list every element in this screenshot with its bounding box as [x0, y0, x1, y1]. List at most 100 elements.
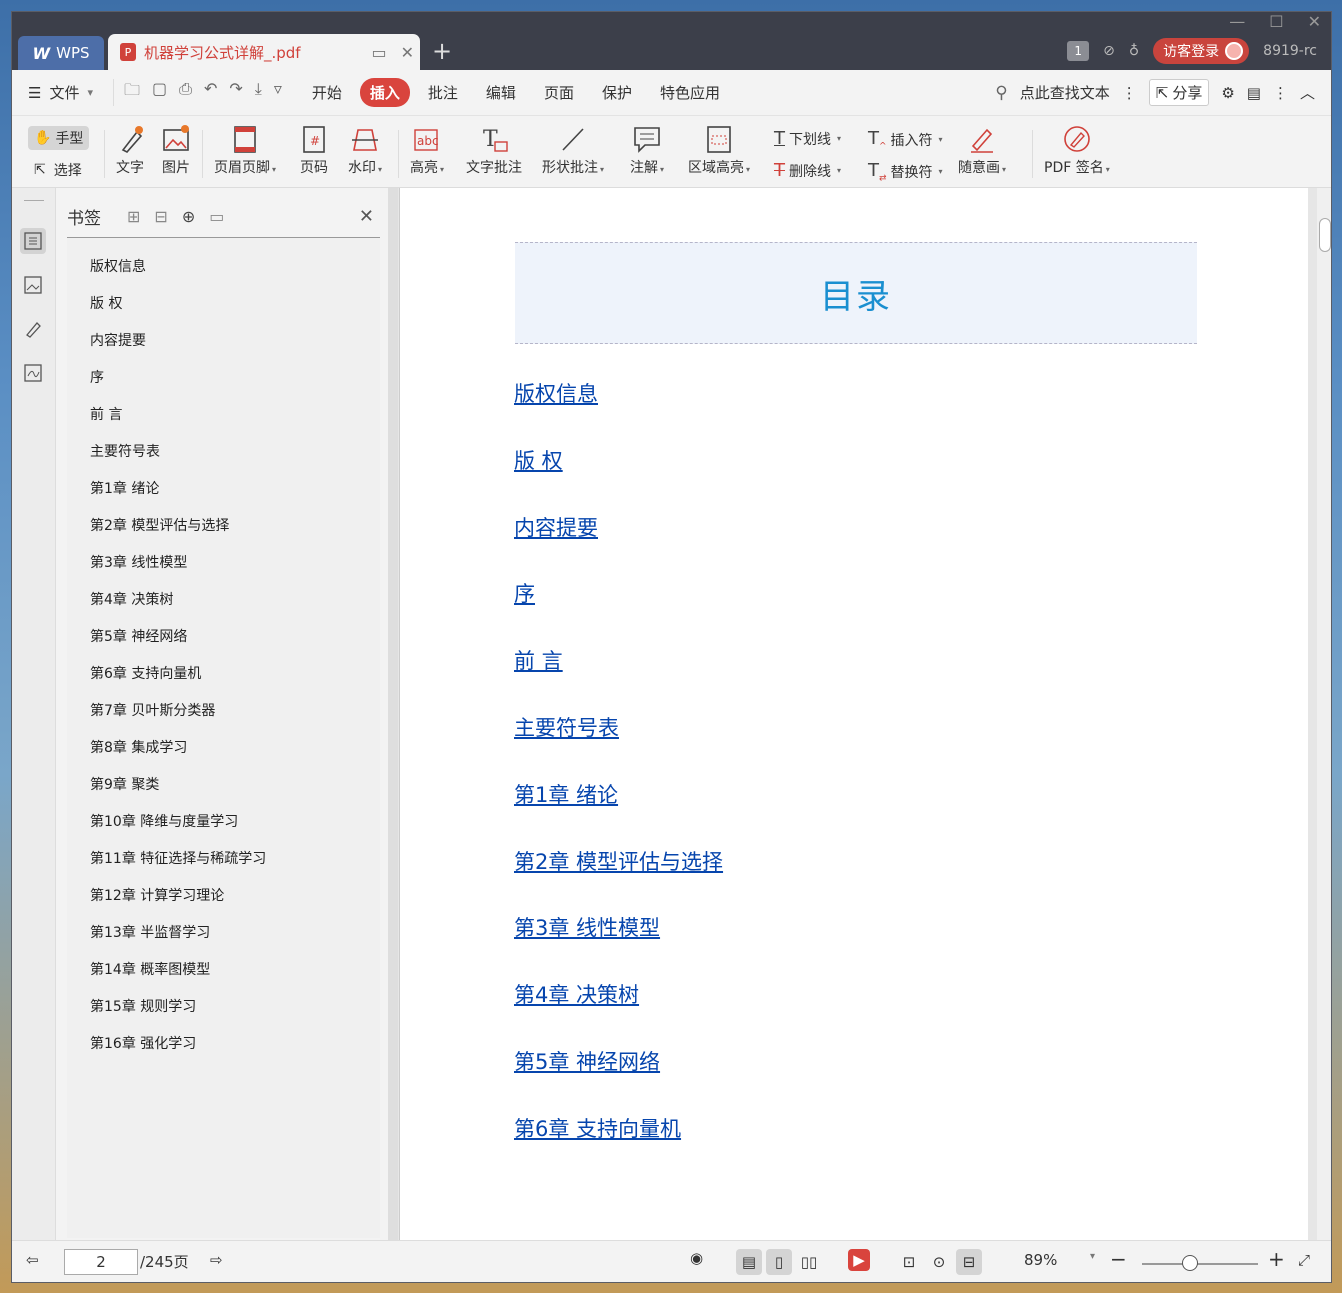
zoom-level[interactable]: 89%: [1024, 1251, 1057, 1269]
bookmark-item[interactable]: 第12章 计算学习理论: [90, 885, 380, 922]
zoom-dropdown-icon[interactable]: ▾: [1090, 1251, 1095, 1262]
freehand-button[interactable]: 随意画 ▾: [958, 122, 1006, 177]
two-page-icon[interactable]: ▯▯: [796, 1249, 822, 1275]
monitor-icon[interactable]: ▭: [371, 43, 386, 62]
page-number-button[interactable]: # 页码: [300, 122, 328, 177]
vertical-scrollbar[interactable]: [1317, 188, 1331, 1240]
bookmark-item[interactable]: 主要符号表: [90, 441, 380, 478]
chat-icon[interactable]: ▤: [1247, 84, 1261, 102]
more-dropdown-icon[interactable]: ▿: [274, 79, 282, 106]
collapse-ribbon-icon[interactable]: ︿: [1300, 82, 1315, 103]
play-icon[interactable]: ▶: [848, 1249, 870, 1271]
close-window-icon[interactable]: ✕: [1308, 12, 1321, 31]
toc-link[interactable]: 第2章 模型评估与选择: [514, 850, 723, 874]
fullscreen-icon[interactable]: ⤢: [1298, 1251, 1310, 1269]
tab-start[interactable]: 开始: [302, 78, 352, 107]
tab-comment[interactable]: 批注: [418, 78, 468, 107]
bookmark-item[interactable]: 第10章 降维与度量学习: [90, 811, 380, 848]
maximize-icon[interactable]: ☐: [1269, 12, 1283, 31]
more-icon[interactable]: ⋮: [1273, 84, 1288, 102]
bookmark-item[interactable]: 序: [90, 367, 380, 404]
underline-button[interactable]: T 下划线 ▾: [774, 128, 841, 149]
bookmark-item[interactable]: 第4章 决策树: [90, 589, 380, 626]
bookmark-item[interactable]: 第8章 集成学习: [90, 737, 380, 774]
bookmark-item[interactable]: 第2章 模型评估与选择: [90, 515, 380, 552]
bookmark-item[interactable]: 第16章 强化学习: [90, 1033, 380, 1070]
share-button[interactable]: ⇱ 分享: [1148, 79, 1210, 106]
fit-page-icon[interactable]: ⊙: [926, 1249, 952, 1275]
close-tab-icon[interactable]: ✕: [401, 43, 414, 62]
search-icon[interactable]: ⚲: [995, 83, 1007, 103]
zoom-in-icon[interactable]: +: [1268, 1247, 1285, 1271]
collapse-all-icon[interactable]: ⊟: [154, 207, 167, 226]
toc-link[interactable]: 第5章 神经网络: [514, 1050, 660, 1074]
signature-panel-icon[interactable]: [20, 360, 46, 386]
toc-link[interactable]: 前 言: [514, 649, 563, 673]
bookmark-item[interactable]: 第9章 聚类: [90, 774, 380, 811]
minimize-icon[interactable]: —: [1229, 12, 1245, 31]
continuous-view-icon[interactable]: ▤: [736, 1249, 762, 1275]
tab-protect[interactable]: 保护: [592, 78, 642, 107]
replace-mark-button[interactable]: T⇄ 替换符 ▾: [868, 160, 943, 184]
thumbnail-panel-icon[interactable]: [20, 272, 46, 298]
strikethrough-button[interactable]: T 删除线 ▾: [774, 160, 841, 181]
tab-edit[interactable]: 编辑: [476, 78, 526, 107]
shape-comment-button[interactable]: 形状批注 ▾: [542, 122, 604, 177]
more-vertical-icon[interactable]: ⋮: [1122, 84, 1137, 102]
save-icon[interactable]: ▢: [152, 79, 167, 106]
toc-link[interactable]: 版 权: [514, 449, 563, 473]
highlight-button[interactable]: abc 高亮 ▾: [410, 122, 444, 177]
text-comment-button[interactable]: T 文字批注: [466, 122, 522, 177]
login-button[interactable]: 访客登录: [1153, 38, 1250, 64]
header-footer-button[interactable]: 页眉页脚 ▾: [214, 122, 276, 177]
insert-mark-button[interactable]: T^ 插入符 ▾: [868, 128, 943, 152]
fit-width-icon[interactable]: ⊟: [956, 1249, 982, 1275]
page-number-input[interactable]: 2: [64, 1249, 138, 1275]
toc-link[interactable]: 第3章 线性模型: [514, 916, 660, 940]
eye-protect-icon[interactable]: ◉: [690, 1249, 703, 1267]
watermark-button[interactable]: 水印 ▾: [348, 122, 382, 177]
bookmark-item[interactable]: 第13章 半监督学习: [90, 922, 380, 959]
wps-home-tab[interactable]: W WPS: [18, 36, 104, 70]
open-folder-icon[interactable]: 🗀: [124, 79, 140, 106]
bookmark-item[interactable]: 前 言: [90, 404, 380, 441]
bookmark-item[interactable]: 第15章 规则学习: [90, 996, 380, 1033]
bookmark-item[interactable]: 第3章 线性模型: [90, 552, 380, 589]
bookmark-settings-icon[interactable]: ▭: [209, 207, 224, 226]
bookmark-item[interactable]: 内容提要: [90, 330, 380, 367]
panel-scrollbar[interactable]: [388, 188, 398, 1240]
export-icon[interactable]: ⤓: [255, 79, 262, 106]
toc-link[interactable]: 主要符号表: [514, 716, 619, 740]
tab-page[interactable]: 页面: [534, 78, 584, 107]
bookmark-item[interactable]: 第6章 支持向量机: [90, 663, 380, 700]
redo-icon[interactable]: ↷: [229, 79, 242, 106]
next-page-icon[interactable]: ⇨: [210, 1251, 223, 1269]
area-highlight-button[interactable]: 区域高亮 ▾: [688, 122, 750, 177]
zoom-slider-handle[interactable]: [1182, 1255, 1198, 1271]
close-icon[interactable]: ✕: [359, 206, 374, 227]
skin-icon[interactable]: ♁: [1129, 43, 1139, 59]
bookmark-item[interactable]: 第7章 贝叶斯分类器: [90, 700, 380, 737]
zoom-out-icon[interactable]: −: [1110, 1247, 1127, 1271]
select-tool-button[interactable]: ⇱ 选择: [34, 160, 82, 180]
toc-link[interactable]: 版权信息: [514, 382, 598, 406]
bookmark-item[interactable]: 第14章 概率图模型: [90, 959, 380, 996]
bookmark-item[interactable]: 第1章 绪论: [90, 478, 380, 515]
print-icon[interactable]: ⎙: [179, 79, 192, 106]
file-menu[interactable]: ☰ 文件 ▾: [28, 82, 93, 103]
toc-link[interactable]: 序: [514, 582, 535, 606]
bookmark-item[interactable]: 第5章 神经网络: [90, 626, 380, 663]
toc-link[interactable]: 第6章 支持向量机: [514, 1117, 681, 1141]
insert-image-button[interactable]: 图片: [161, 122, 191, 177]
toc-link[interactable]: 第4章 决策树: [514, 983, 639, 1007]
bookmark-item[interactable]: 版 权: [90, 293, 380, 330]
pdf-sign-button[interactable]: PDF 签名 ▾: [1044, 122, 1110, 177]
zoom-slider[interactable]: [1142, 1263, 1258, 1265]
prev-page-icon[interactable]: ⇦: [26, 1251, 39, 1269]
toc-link[interactable]: 第1章 绪论: [514, 783, 618, 807]
search-text-button[interactable]: 点此查找文本: [1020, 82, 1110, 103]
hand-tool-button[interactable]: ✋ 手型: [28, 126, 90, 150]
annotation-panel-icon[interactable]: [20, 316, 46, 342]
tab-insert[interactable]: 插入: [359, 78, 410, 107]
insert-text-button[interactable]: 文字: [116, 122, 144, 177]
